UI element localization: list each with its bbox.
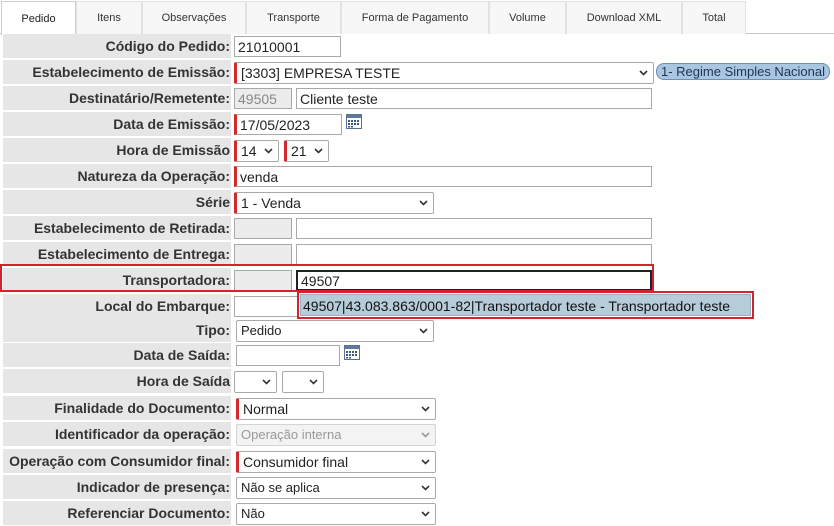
data-emissao-input[interactable] — [234, 114, 342, 135]
regime-tributario-badge: 1- Regime Simples Nacional — [656, 63, 831, 80]
natureza-operacao-input[interactable] — [234, 166, 652, 187]
referenciar-value: Não — [241, 506, 265, 521]
local-embarque-input[interactable] — [234, 296, 300, 317]
hora-emissao-minute-value: 21 — [291, 143, 307, 159]
tab-download-xml[interactable]: Download XML — [566, 1, 682, 34]
serie-value: 1 - Venda — [241, 195, 301, 211]
presenca-label: Indicador de presença: — [3, 475, 231, 500]
chevron-down-icon — [314, 146, 323, 155]
destinatario-code-input[interactable] — [234, 88, 292, 109]
hora-saida-minute-select[interactable] — [282, 371, 324, 393]
row-natureza-operacao: Natureza da Operação: — [3, 164, 834, 189]
row-data-emissao: Data de Emissão: — [3, 112, 834, 137]
chevron-down-icon — [421, 509, 430, 518]
hora-saida-hour-select[interactable] — [234, 371, 277, 393]
hora-emissao-minute-select[interactable]: 21 — [284, 140, 329, 162]
codigo-pedido-label: Código do Pedido: — [3, 34, 231, 59]
chevron-down-icon — [639, 68, 648, 77]
data-emissao-label: Data de Emissão: — [3, 112, 231, 137]
chevron-down-icon — [421, 430, 430, 439]
hora-emissao-hour-select[interactable]: 14 — [234, 140, 279, 162]
consumidor-final-select[interactable]: Consumidor final — [236, 451, 436, 473]
tab-bar: Pedido Itens Observações Transporte Form… — [0, 0, 834, 35]
serie-select[interactable]: 1 - Venda — [234, 192, 434, 214]
tab-itens[interactable]: Itens — [76, 1, 142, 34]
estab-emissao-label: Estabelecimento de Emissão: — [3, 60, 231, 85]
chevron-down-icon — [421, 457, 430, 466]
serie-label: Série — [3, 190, 231, 215]
data-saida-input[interactable] — [236, 345, 340, 366]
hora-emissao-label: Hora de Emissão — [3, 138, 231, 163]
row-identificador: Identificador da operação: Operação inte… — [3, 422, 834, 447]
hora-emissao-hour-value: 14 — [241, 143, 257, 159]
row-tipo: Tipo: Pedido — [3, 318, 834, 343]
referenciar-label: Referenciar Documento: — [3, 501, 231, 526]
data-saida-label: Data de Saída: — [3, 343, 231, 368]
chevron-down-icon — [262, 377, 271, 386]
row-finalidade: Finalidade do Documento: Normal — [3, 396, 834, 421]
tab-pedido[interactable]: Pedido — [1, 1, 76, 35]
transportadora-highlight-box — [0, 264, 654, 292]
calendar-icon[interactable] — [344, 344, 360, 360]
estab-retirada-label: Estabelecimento de Retirada: — [3, 216, 231, 241]
local-embarque-label: Local do Embarque: — [3, 294, 231, 319]
row-estab-emissao: Estabelecimento de Emissão: [3303] EMPRE… — [3, 60, 834, 85]
tab-observacoes[interactable]: Observações — [142, 1, 246, 34]
codigo-pedido-input[interactable] — [234, 36, 341, 57]
estab-retirada-code-input[interactable] — [234, 218, 292, 239]
identificador-select: Operação interna — [236, 424, 436, 446]
estab-retirada-name-input[interactable] — [296, 218, 652, 239]
tab-total[interactable]: Total — [682, 1, 746, 34]
estab-emissao-select[interactable]: [3303] EMPRESA TESTE — [234, 62, 654, 84]
row-codigo-pedido: Código do Pedido: — [3, 34, 834, 59]
finalidade-select[interactable]: Normal — [236, 398, 436, 420]
estab-entrega-name-input[interactable] — [296, 244, 652, 265]
identificador-label: Identificador da operação: — [3, 422, 231, 447]
row-serie: Série 1 - Venda — [3, 190, 834, 215]
tipo-select[interactable]: Pedido — [236, 320, 434, 342]
presenca-value: Não se aplica — [241, 480, 320, 495]
natureza-operacao-label: Natureza da Operação: — [3, 164, 231, 189]
chevron-down-icon — [419, 198, 428, 207]
tab-transporte[interactable]: Transporte — [246, 1, 341, 34]
estab-entrega-code-input[interactable] — [234, 244, 292, 265]
identificador-value: Operação interna — [241, 427, 342, 442]
chevron-down-icon — [421, 483, 430, 492]
tipo-label: Tipo: — [3, 318, 231, 343]
calendar-icon[interactable] — [346, 113, 362, 129]
autocomplete-suggestion-item[interactable]: 49507|43.083.863/0001-82|Transportador t… — [300, 294, 751, 316]
chevron-down-icon — [419, 326, 428, 335]
destinatario-label: Destinatário/Remetente: — [3, 86, 231, 111]
tab-forma-pagamento[interactable]: Forma de Pagamento — [341, 1, 489, 34]
chevron-down-icon — [264, 146, 273, 155]
consumidor-final-label: Operação com Consumidor final: — [3, 449, 231, 474]
consumidor-final-value: Consumidor final — [243, 454, 349, 470]
row-referenciar: Referenciar Documento: Não — [3, 501, 834, 526]
tab-volume[interactable]: Volume — [489, 1, 566, 34]
chevron-down-icon — [421, 404, 430, 413]
tipo-value: Pedido — [241, 323, 282, 338]
chevron-down-icon — [309, 377, 318, 386]
referenciar-select[interactable]: Não — [236, 503, 436, 525]
estab-emissao-value: [3303] EMPRESA TESTE — [241, 65, 401, 81]
row-data-saida: Data de Saída: — [3, 343, 834, 368]
finalidade-label: Finalidade do Documento: — [3, 396, 231, 421]
presenca-select[interactable]: Não se aplica — [236, 477, 436, 499]
row-presenca: Indicador de presença: Não se aplica — [3, 475, 834, 500]
row-hora-emissao: Hora de Emissão 14 21 — [3, 138, 834, 163]
finalidade-value: Normal — [243, 401, 289, 417]
row-hora-saida: Hora de Saída — [3, 369, 834, 394]
row-consumidor-final: Operação com Consumidor final: Consumido… — [3, 449, 834, 474]
transportadora-autocomplete: 49507|43.083.863/0001-82|Transportador t… — [297, 291, 754, 319]
hora-saida-label: Hora de Saída — [3, 369, 231, 394]
row-estab-retirada: Estabelecimento de Retirada: — [3, 216, 834, 241]
destinatario-name-input[interactable] — [296, 88, 652, 109]
row-destinatario: Destinatário/Remetente: — [3, 86, 834, 111]
